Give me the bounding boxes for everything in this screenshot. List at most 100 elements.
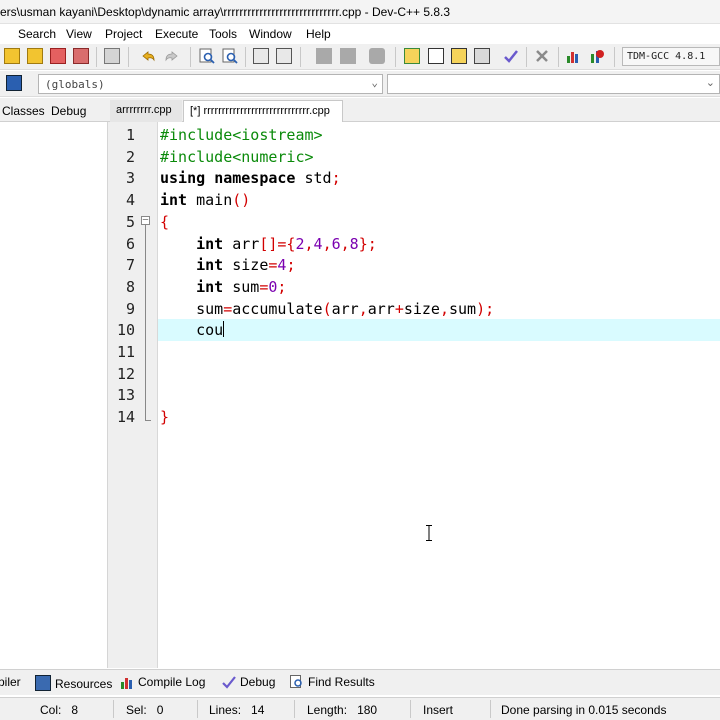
file-tab-arrrrrrrr[interactable]: arrrrrrrr.cpp bbox=[110, 100, 182, 122]
menu-project[interactable]: Project bbox=[105, 27, 142, 41]
code-line[interactable]: } bbox=[160, 406, 169, 428]
file-tab-label: [*] rrrrrrrrrrrrrrrrrrrrrrrrrrrrr.cpp bbox=[190, 105, 330, 117]
bottom-tabs: piler Resources Compile Log Debug Find R… bbox=[0, 669, 720, 695]
save-icon[interactable] bbox=[4, 48, 20, 64]
code-token: arr bbox=[223, 234, 260, 253]
code-line[interactable]: #include<iostream> bbox=[160, 124, 323, 146]
run-icon[interactable] bbox=[428, 48, 444, 64]
bookmark-icon[interactable] bbox=[369, 48, 385, 64]
project-panel bbox=[0, 122, 108, 668]
code-token: + bbox=[394, 299, 404, 318]
compiler-select[interactable]: TDM-GCC 4.8.1 bbox=[622, 47, 720, 66]
code-token: ); bbox=[476, 299, 495, 318]
line-number: 1 bbox=[125, 126, 135, 144]
compile-run-icon[interactable] bbox=[451, 48, 467, 64]
stop-icon[interactable] bbox=[534, 48, 550, 64]
code-token: using bbox=[160, 169, 206, 188]
code-line[interactable]: #include<numeric> bbox=[160, 146, 314, 168]
line-number: 12 bbox=[116, 364, 135, 383]
code-line[interactable]: sum=accumulate(arr,arr+size,sum); bbox=[160, 298, 494, 320]
code-line[interactable]: int size=4; bbox=[160, 254, 295, 276]
line-number: 4 bbox=[125, 191, 135, 210]
menu-tools[interactable]: Tools bbox=[209, 27, 237, 41]
fold-toggle-icon[interactable]: – bbox=[141, 216, 150, 225]
code-line[interactable]: int sum=0; bbox=[160, 276, 286, 298]
indent-icon[interactable] bbox=[253, 48, 269, 64]
find-icon[interactable] bbox=[199, 48, 215, 64]
close-all-icon[interactable] bbox=[73, 48, 89, 64]
tab-debug[interactable]: Debug bbox=[51, 104, 86, 118]
line-number: 13 bbox=[116, 386, 135, 405]
scope-select[interactable]: (globals) ⌄ bbox=[38, 74, 383, 94]
code-line[interactable]: cou bbox=[160, 319, 225, 341]
tabs-row: Classes Debug arrrrrrrr.cpp [*] rrrrrrrr… bbox=[0, 98, 720, 122]
code-token: , bbox=[322, 234, 332, 253]
code-token: , bbox=[340, 234, 350, 253]
code-token: ; bbox=[331, 169, 341, 188]
fold-end bbox=[145, 420, 151, 421]
menu-search[interactable]: Search bbox=[18, 27, 56, 41]
tab-debug-bottom[interactable]: Debug bbox=[222, 675, 275, 689]
status-sel: Sel: 0 bbox=[126, 703, 164, 717]
delete-profile-icon[interactable] bbox=[589, 48, 605, 64]
replace-icon[interactable] bbox=[222, 48, 238, 64]
undo-icon[interactable] bbox=[140, 48, 156, 64]
text-caret bbox=[223, 321, 225, 338]
rebuild-icon[interactable] bbox=[474, 48, 490, 64]
code-line[interactable]: { bbox=[160, 211, 169, 233]
close-file-icon[interactable] bbox=[50, 48, 66, 64]
chevron-down-icon: ⌄ bbox=[371, 76, 378, 89]
code-line[interactable]: using namespace std; bbox=[160, 167, 341, 189]
compile-icon[interactable] bbox=[404, 48, 420, 64]
code-token: size bbox=[403, 299, 440, 318]
code-token: { bbox=[160, 212, 170, 231]
line-number: 7 bbox=[125, 256, 135, 275]
code-token: size bbox=[223, 256, 269, 275]
code-token: , bbox=[358, 299, 368, 318]
profile-icon[interactable] bbox=[565, 48, 581, 64]
tab-find-results[interactable]: Find Results bbox=[290, 675, 375, 689]
status-lines: Lines: 14 bbox=[209, 703, 265, 717]
menu-bar: Search View Project Execute Tools Window… bbox=[0, 24, 720, 44]
menu-window[interactable]: Window bbox=[249, 27, 292, 41]
code-token: , bbox=[304, 234, 314, 253]
tab-compiler[interactable]: piler bbox=[0, 675, 21, 689]
code-line[interactable]: int arr[]={2,4,6,8}; bbox=[160, 233, 377, 255]
save-all-icon[interactable] bbox=[27, 48, 43, 64]
tab-find-results-label: Find Results bbox=[308, 675, 375, 689]
menu-execute[interactable]: Execute bbox=[155, 27, 198, 41]
check-icon bbox=[222, 675, 236, 689]
code-token: 6 bbox=[331, 234, 341, 253]
status-bar: Col: 8 Sel: 0 Lines: 14 Length: 180 Inse… bbox=[0, 697, 720, 720]
unindent-icon[interactable] bbox=[276, 48, 292, 64]
code-token: accumulate bbox=[232, 299, 323, 318]
line-number: 5 bbox=[125, 212, 135, 231]
tab-compile-log-label: Compile Log bbox=[138, 675, 206, 689]
code-token: sum bbox=[223, 277, 260, 296]
menu-view[interactable]: View bbox=[66, 27, 92, 41]
code-token: 4 bbox=[313, 234, 323, 253]
code-token: 8 bbox=[349, 234, 359, 253]
code-token: () bbox=[232, 191, 251, 210]
tab-resources[interactable]: Resources bbox=[35, 675, 112, 691]
redo-icon[interactable] bbox=[164, 48, 180, 64]
member-select[interactable]: ⌄ bbox=[387, 74, 720, 94]
code-token: []={ bbox=[259, 234, 296, 253]
tab-classes[interactable]: Classes bbox=[2, 104, 45, 118]
file-tab-active[interactable]: [*] rrrrrrrrrrrrrrrrrrrrrrrrrrrrr.cpp bbox=[183, 100, 343, 122]
code-line[interactable]: int main() bbox=[160, 189, 250, 211]
code-editor[interactable]: #include<iostream> #include<numeric> using… bbox=[158, 122, 720, 668]
code-token: main bbox=[187, 191, 233, 210]
tab-resources-label: Resources bbox=[55, 677, 113, 691]
forward-icon[interactable] bbox=[340, 48, 356, 64]
print-icon[interactable] bbox=[104, 48, 120, 64]
check-syntax-icon[interactable] bbox=[503, 48, 519, 64]
file-tab-label: arrrrrrrr.cpp bbox=[116, 104, 172, 116]
line-number: 8 bbox=[125, 277, 135, 296]
menu-help[interactable]: Help bbox=[306, 27, 331, 41]
class-browser-icon[interactable] bbox=[6, 75, 22, 91]
back-icon[interactable] bbox=[316, 48, 332, 64]
status-length: Length: 180 bbox=[307, 703, 378, 717]
tab-compile-log[interactable]: Compile Log bbox=[120, 675, 205, 689]
